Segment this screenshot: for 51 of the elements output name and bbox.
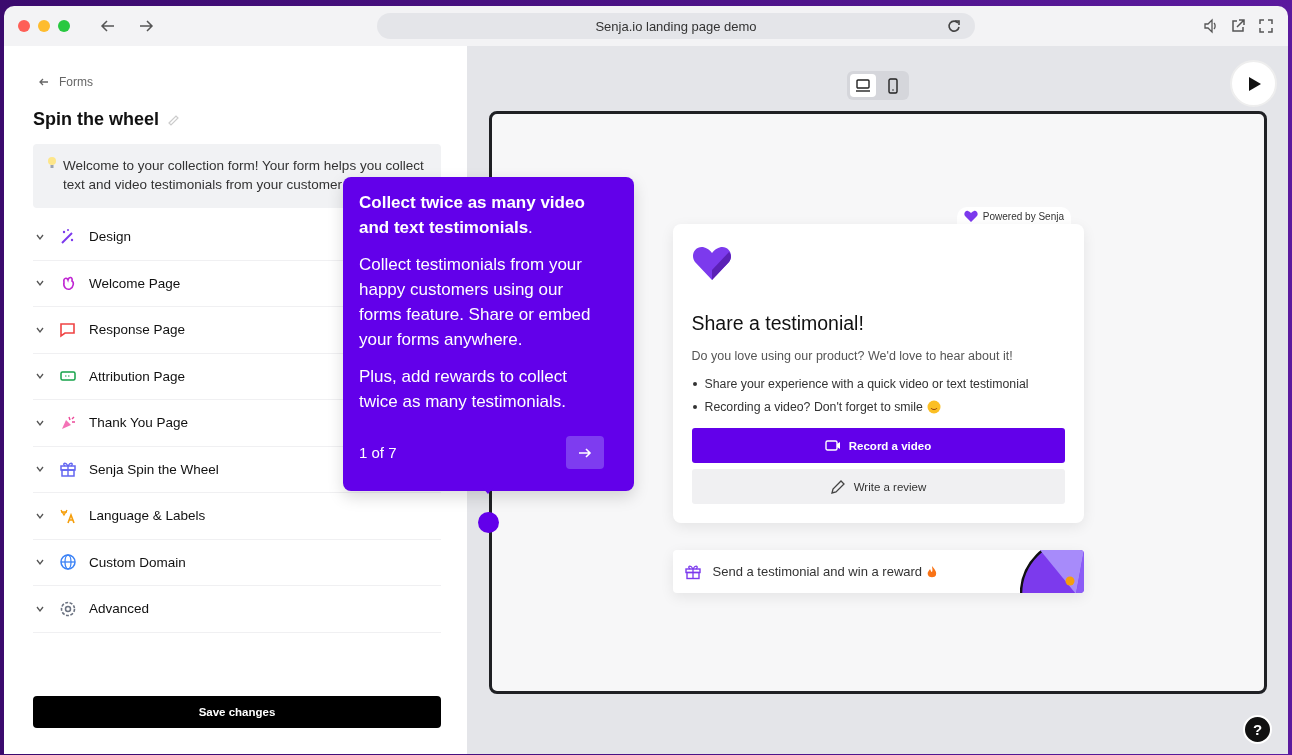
wheel-drawing	[1019, 550, 1084, 593]
play-icon	[1246, 75, 1261, 92]
address-bar[interactable]: Senja.io landing page demo	[377, 13, 975, 39]
lightbulb-icon	[47, 156, 57, 169]
gift-icon	[684, 563, 701, 580]
gift-icon	[59, 460, 77, 479]
minimize-dot[interactable]	[38, 20, 50, 32]
bullet-text: Recording a video? Don't forget to smile	[704, 398, 923, 416]
record-video-button[interactable]: Record a video	[691, 428, 1065, 463]
video-camera-icon	[824, 439, 841, 452]
phone-icon	[885, 77, 900, 94]
help-button[interactable]: ?	[1243, 715, 1272, 744]
bullet-dot	[692, 382, 697, 387]
write-review-button[interactable]: Write a review	[691, 469, 1065, 504]
fullscreen-icon[interactable]	[1258, 18, 1274, 34]
settings-section[interactable]: Language & Labels	[33, 493, 441, 540]
forward-arrow-icon[interactable]	[138, 18, 154, 34]
fire-icon	[926, 564, 939, 579]
laptop-icon	[854, 77, 871, 94]
back-arrow-icon	[38, 76, 49, 88]
settings-section[interactable]: Custom Domain	[33, 539, 441, 586]
card-title: Share a testimonial!	[691, 312, 865, 335]
bullet-dot	[692, 404, 697, 409]
smiley-icon	[926, 399, 941, 414]
page-title: Senja.io landing page demo	[595, 18, 757, 34]
device-tab[interactable]	[849, 74, 876, 97]
reward-text: Send a testimonial and win a reward	[712, 564, 923, 579]
external-link-icon[interactable]	[1230, 18, 1246, 34]
bullet-text: Share your experience with a quick video or text testimonial	[704, 376, 1029, 393]
globe-icon	[59, 553, 77, 572]
gear-icon	[59, 599, 77, 618]
back-arrow-icon[interactable]	[100, 18, 116, 34]
back-link[interactable]: Forms	[59, 75, 93, 89]
card-subtitle: Do you love using our product? We'd love to hear about it!	[691, 349, 1014, 363]
maximize-dot[interactable]	[58, 20, 70, 32]
heart-icon	[963, 210, 978, 223]
pencil-icon	[829, 478, 846, 495]
next-button[interactable]	[566, 436, 604, 469]
arrow-right-icon	[578, 445, 592, 460]
step-counter: 1 of 7	[359, 444, 397, 461]
chat-bubble-icon	[59, 320, 77, 339]
save-button[interactable]: Save changes	[33, 696, 441, 728]
speaker-icon[interactable]	[1203, 18, 1218, 34]
reload-icon[interactable]	[946, 19, 961, 34]
play-button[interactable]	[1230, 60, 1277, 107]
heart-logo-icon	[691, 244, 732, 282]
reward-banner[interactable]: Send a testimonial and win a reward	[672, 550, 1084, 593]
form-title: Spin the wheel	[33, 109, 160, 130]
settings-section[interactable]: Advanced	[33, 586, 441, 633]
welcome-text: Welcome to your collection form! Your form helps you collect text and video testimonials from your customer	[63, 157, 425, 194]
close-dot[interactable]	[18, 20, 30, 32]
